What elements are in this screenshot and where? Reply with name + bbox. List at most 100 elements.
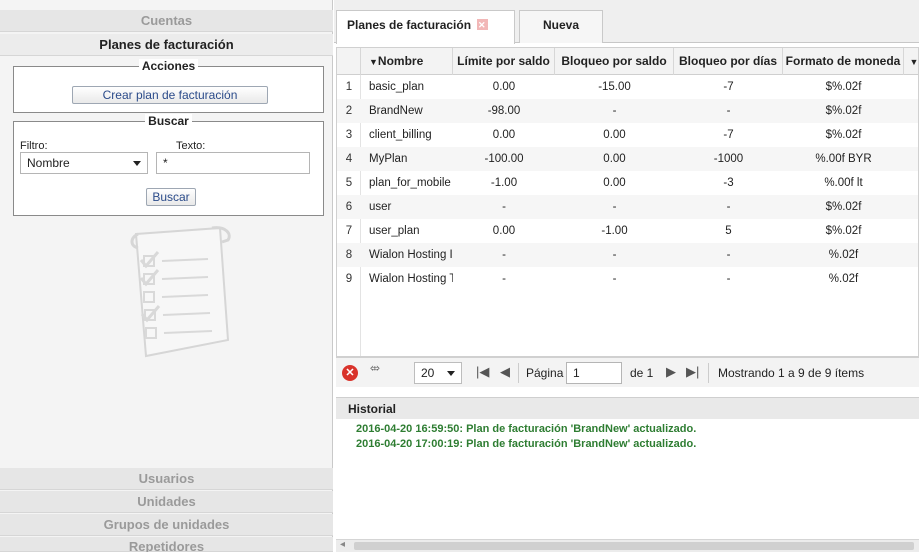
- cell-block-days: -7: [723, 81, 734, 93]
- cell-name: user: [369, 201, 392, 213]
- cell-limit: -: [502, 201, 506, 213]
- table-row[interactable]: 7 user_plan 0.00 -1.00 5 $%.02f: [337, 219, 918, 243]
- cell-block-balance: 0.00: [603, 129, 626, 141]
- tab-nueva[interactable]: Nueva: [519, 10, 603, 43]
- table-row[interactable]: 1 basic_plan 0.00 -15.00 -7 $%.02f: [337, 75, 918, 99]
- cell-block-days: -: [726, 249, 731, 261]
- search-legend: Buscar: [145, 114, 192, 128]
- table-row[interactable]: 5 plan_for_mobile -1.00 0.00 -3 %.00f lt: [337, 171, 918, 195]
- cell-currency: %.00f lt: [824, 177, 863, 189]
- cell-currency: $%.02f: [825, 81, 862, 93]
- cell-block-balance: -: [612, 273, 617, 285]
- scroll-left-icon[interactable]: ◂: [340, 539, 345, 550]
- table-row[interactable]: 3 client_billing 0.00 0.00 -7 $%.02f: [337, 123, 918, 147]
- cell-n: 6: [345, 201, 353, 213]
- table-row[interactable]: 2 BrandNew -98.00 - - $%.02f: [337, 99, 918, 123]
- cell-n: 1: [345, 81, 353, 93]
- left-sidebar: Cuentas Planes de facturación Acciones C…: [0, 0, 333, 552]
- close-tab-icon[interactable]: [477, 11, 489, 39]
- cell-block-balance: -: [612, 201, 617, 213]
- section-repetidores[interactable]: Repetidores: [0, 537, 333, 552]
- column-header-bloqueo-saldo[interactable]: Bloqueo por saldo: [555, 48, 674, 75]
- prev-page-icon[interactable]: ◀: [500, 364, 510, 380]
- last-page-icon[interactable]: ▶|: [686, 364, 699, 380]
- cell-n: 8: [345, 249, 353, 261]
- tab-planes-de-facturacion[interactable]: Planes de facturación: [336, 10, 515, 44]
- pagination-status: Mostrando 1 a 9 de 9 ítems: [718, 366, 865, 380]
- cell-currency: %.02f: [828, 249, 859, 261]
- cell-block-balance: -15.00: [598, 81, 631, 93]
- cell-block-balance: -: [612, 249, 617, 261]
- clear-filter-icon[interactable]: ✕: [342, 365, 358, 381]
- cell-block-days: -: [726, 273, 731, 285]
- cell-block-balance: 0.00: [603, 153, 626, 165]
- column-header-formato[interactable]: Formato de moneda: [783, 48, 904, 75]
- section-planes-de-facturacion[interactable]: Planes de facturación: [0, 34, 333, 56]
- cell-limit: 0.00: [492, 129, 516, 141]
- cell-limit: -98.00: [487, 105, 521, 117]
- filter-select[interactable]: Nombre: [20, 152, 148, 174]
- table-row[interactable]: 6 user - - - $%.02f: [337, 195, 918, 219]
- cell-limit: -: [502, 273, 506, 285]
- column-header-limite[interactable]: Límite por saldo: [453, 48, 555, 75]
- cell-currency: %.00f BYR: [815, 153, 872, 165]
- filter-label: Filtro:: [20, 140, 48, 152]
- sort-desc-icon: ▼: [369, 57, 378, 67]
- page-total-label: de 1: [630, 366, 654, 380]
- main-panel: Planes de facturación Nueva ▼Nombre Lími…: [334, 0, 919, 552]
- section-grupos-de-unidades[interactable]: Grupos de unidades: [0, 514, 333, 536]
- table-header: ▼Nombre Límite por saldo Bloqueo por sal…: [337, 48, 918, 75]
- cell-n: 7: [345, 225, 353, 237]
- history-entry: 2016-04-20 17:00:19: Plan de facturación…: [356, 438, 697, 450]
- cell-currency: $%.02f: [825, 225, 862, 237]
- cell-name: Wialon Hosting T: [369, 273, 453, 285]
- section-usuarios[interactable]: Usuarios: [0, 468, 333, 490]
- cell-name: BrandNew: [369, 105, 423, 117]
- cell-limit: -100.00: [484, 153, 524, 165]
- text-label: Texto:: [176, 140, 206, 152]
- cell-limit: -: [502, 249, 506, 261]
- horizontal-scrollbar[interactable]: ◂: [336, 539, 919, 552]
- autosize-columns-icon[interactable]: ⤄: [370, 362, 380, 375]
- next-page-icon[interactable]: ▶: [666, 364, 676, 380]
- page-number-input[interactable]: 1: [566, 362, 622, 384]
- create-billing-plan-button[interactable]: Crear plan de facturación: [72, 86, 268, 104]
- app-root: Cuentas Planes de facturación Acciones C…: [0, 0, 919, 552]
- page-size-select[interactable]: 20: [414, 362, 462, 384]
- tab-label: Planes de facturación: [347, 18, 472, 32]
- cell-block-days: -1000: [713, 153, 744, 165]
- cell-block-balance: -1.00: [601, 225, 628, 237]
- cell-currency: $%.02f: [825, 201, 862, 213]
- table-row[interactable]: 9 Wialon Hosting T - - - %.02f: [337, 267, 918, 291]
- column-menu-icon[interactable]: ▼: [904, 48, 918, 75]
- cell-block-days: -7: [723, 129, 734, 141]
- actions-legend: Acciones: [138, 59, 199, 73]
- search-button[interactable]: Buscar: [146, 188, 196, 206]
- first-page-icon[interactable]: |◀: [476, 364, 489, 380]
- checklist-illustration-icon: [130, 226, 231, 358]
- cell-currency: $%.02f: [825, 129, 862, 141]
- cell-limit: -1.00: [490, 177, 518, 189]
- history-header: Historial: [336, 397, 919, 419]
- cell-currency: %.02f: [828, 273, 859, 285]
- cell-name: client_billing: [369, 129, 432, 141]
- page-label: Página: [526, 366, 564, 380]
- column-header-bloqueo-dias[interactable]: Bloqueo por días: [674, 48, 783, 75]
- cell-block-days: -: [726, 105, 731, 117]
- filter-select-value: Nombre: [27, 156, 70, 170]
- cell-block-days: -: [726, 201, 731, 213]
- pagination-bar: ✕ ⤄ 20 |◀ ◀ Página 1 de 1 ▶ ▶| Mostrando…: [336, 357, 919, 387]
- cell-currency: $%.02f: [825, 105, 862, 117]
- cell-n: 9: [345, 273, 353, 285]
- table-row[interactable]: 4 MyPlan -100.00 0.00 -1000 %.00f BYR: [337, 147, 918, 171]
- cell-block-balance: -: [612, 105, 617, 117]
- section-cuentas[interactable]: Cuentas: [0, 10, 333, 32]
- text-input[interactable]: *: [156, 152, 310, 174]
- scrollbar-thumb[interactable]: [354, 542, 914, 550]
- cell-block-days: 5: [725, 225, 732, 237]
- cell-n: 4: [345, 153, 353, 165]
- column-header-nombre[interactable]: ▼Nombre: [361, 48, 453, 75]
- table-row[interactable]: 8 Wialon Hosting I - - - %.02f: [337, 243, 918, 267]
- billing-plans-table: ▼Nombre Límite por saldo Bloqueo por sal…: [336, 47, 919, 357]
- section-unidades[interactable]: Unidades: [0, 491, 333, 513]
